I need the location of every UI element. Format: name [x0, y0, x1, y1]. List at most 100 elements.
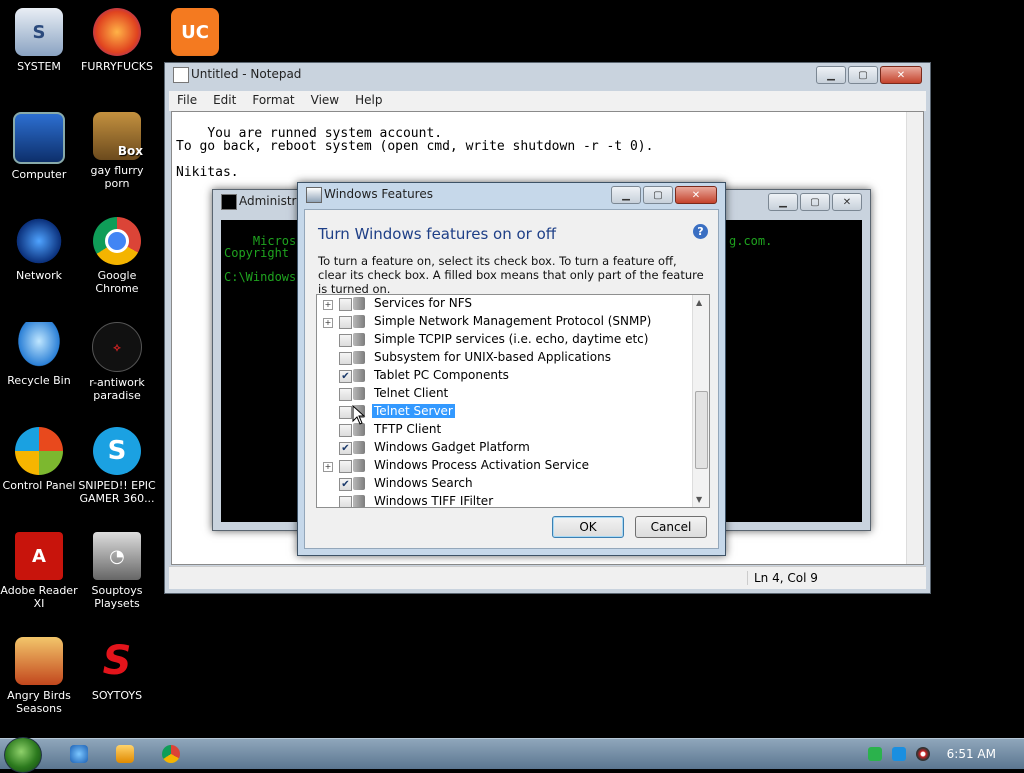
scroll-down-arrow-icon[interactable]: ▼	[696, 495, 702, 504]
console-text-right: g.com.	[729, 234, 773, 248]
desktop-icon-souptoys[interactable]: ◔ Souptoys Playsets	[78, 532, 156, 610]
tray-monitor-icon[interactable]	[892, 747, 906, 761]
window-title: Untitled - Notepad	[191, 67, 302, 81]
desktop-icon-label: r-antiwork paradise	[89, 376, 145, 402]
feature-checkbox[interactable]	[339, 298, 352, 311]
feature-row[interactable]: ✔ Windows Search	[317, 475, 692, 493]
desktop-icon-sniped[interactable]: S SNIPED!! EPIC GAMER 360...	[78, 427, 156, 505]
feature-folder-icon	[353, 333, 365, 346]
feature-checkbox[interactable]	[339, 406, 352, 419]
tray-speaker-icon[interactable]	[916, 747, 930, 761]
feature-checkbox[interactable]	[339, 496, 352, 507]
minimize-button[interactable]: ▁	[816, 66, 846, 84]
feature-checkbox[interactable]	[339, 352, 352, 365]
feature-checkbox[interactable]	[339, 460, 352, 473]
desktop-icon-soytoys[interactable]: S SOYTOYS	[78, 637, 156, 703]
feature-row[interactable]: + Windows Process Activation Service	[317, 457, 692, 475]
feature-checkbox[interactable]: ✔	[339, 478, 352, 491]
feature-folder-icon	[353, 369, 365, 382]
desktop-icon-gay-flurry[interactable]: Box gay flurry porn	[78, 112, 156, 190]
feature-checkbox[interactable]: ✔	[339, 370, 352, 383]
expand-icon[interactable]: +	[323, 300, 333, 310]
desktop-icon-recycle-bin[interactable]: Recycle Bin	[0, 322, 78, 387]
ok-button[interactable]: OK	[552, 516, 624, 538]
desktop-icon-control-panel[interactable]: Control Panel	[0, 427, 78, 492]
scroll-thumb[interactable]	[695, 391, 708, 469]
feature-row[interactable]: TFTP Client	[317, 421, 692, 439]
maximize-button[interactable]: ▢	[643, 186, 673, 204]
notepad-text: You are runned system account. To go bac…	[176, 126, 654, 180]
feature-checkbox[interactable]	[339, 316, 352, 329]
scroll-up-arrow-icon[interactable]: ▲	[696, 298, 702, 307]
feature-label: Services for NFS	[374, 296, 473, 310]
desktop-icon-label: Google Chrome	[95, 269, 139, 295]
mouse-cursor-icon	[352, 405, 366, 425]
feature-folder-icon	[353, 351, 365, 364]
firefox-icon	[93, 8, 141, 56]
minimize-button[interactable]: ▁	[611, 186, 641, 204]
feature-row[interactable]: Telnet Server	[317, 403, 692, 421]
maximize-button[interactable]: ▢	[848, 66, 878, 84]
desktop-icon-uc-browser[interactable]: UC	[156, 8, 234, 60]
feature-checkbox[interactable]	[339, 424, 352, 437]
menu-file[interactable]: File	[169, 91, 205, 111]
desktop-icon-adobe-reader[interactable]: A Adobe Reader XI	[0, 532, 78, 610]
feature-row[interactable]: Telnet Client	[317, 385, 692, 403]
desktop-icon-angry-birds[interactable]: Angry Birds Seasons	[0, 637, 78, 715]
features-list-scrollbar[interactable]: ▲ ▼	[692, 295, 709, 507]
feature-label: Windows Search	[374, 476, 473, 490]
feature-label: Windows Gadget Platform	[374, 440, 530, 454]
feature-folder-icon	[353, 495, 365, 507]
features-titlebar[interactable]: Windows Features ▁ ▢ ✕	[298, 183, 725, 205]
desktop-icon-system[interactable]: S SYSTEM	[0, 8, 78, 73]
menu-view[interactable]: View	[303, 91, 347, 111]
minimize-button[interactable]: ▁	[768, 193, 798, 211]
features-content: Turn Windows features on or off ? To tur…	[304, 209, 719, 549]
feature-row[interactable]: Simple TCPIP services (i.e. echo, daytim…	[317, 331, 692, 349]
antiwork-logo-icon: ⟡	[92, 322, 142, 372]
help-icon[interactable]: ?	[693, 224, 708, 239]
close-button[interactable]: ✕	[832, 193, 862, 211]
close-button[interactable]: ✕	[675, 186, 717, 204]
desktop-icon-label: Adobe Reader XI	[0, 584, 78, 610]
features-tree-list[interactable]: ▲ ▼ + Services for NFS + Simple Network Man…	[316, 294, 710, 508]
maximize-button[interactable]: ▢	[800, 193, 830, 211]
menu-edit[interactable]: Edit	[205, 91, 244, 111]
tray-network-icon[interactable]	[868, 747, 882, 761]
menu-help[interactable]: Help	[347, 91, 390, 111]
close-button[interactable]: ✕	[880, 66, 922, 84]
feature-label: Simple Network Management Protocol (SNMP…	[374, 314, 652, 328]
feature-row[interactable]: + Services for NFS	[317, 295, 692, 313]
skype-icon: S	[93, 427, 141, 475]
menu-format[interactable]: Format	[244, 91, 302, 111]
taskbar-clock[interactable]: 6:51 AM	[947, 747, 996, 761]
chrome-icon[interactable]	[162, 745, 180, 763]
notepad-titlebar[interactable]: Untitled - Notepad ▁ ▢ ✕	[165, 63, 930, 85]
feature-label: Windows TIFF IFilter	[374, 494, 494, 508]
feature-row[interactable]: + Simple Network Management Protocol (SNM…	[317, 313, 692, 331]
feature-folder-icon	[353, 297, 365, 310]
desktop-icon-label: Control Panel	[2, 479, 76, 492]
media-player-icon[interactable]	[116, 745, 134, 763]
feature-row[interactable]: ✔ Tablet PC Components	[317, 367, 692, 385]
cancel-button[interactable]: Cancel	[635, 516, 707, 538]
desktop-icon-google-chrome[interactable]: Google Chrome	[78, 217, 156, 295]
angry-birds-icon	[15, 637, 63, 685]
desktop-icon-label: gay flurry porn	[90, 164, 144, 190]
soytoys-logo-icon: S	[102, 637, 132, 684]
desktop-icon-network[interactable]: Network	[0, 217, 78, 282]
expand-icon[interactable]: +	[323, 462, 333, 472]
internet-explorer-icon[interactable]	[70, 745, 88, 763]
desktop-icon-r-antiwork[interactable]: ⟡ r-antiwork paradise	[78, 322, 156, 402]
desktop-icon-computer[interactable]: Computer	[0, 112, 78, 181]
feature-row[interactable]: Windows TIFF IFilter	[317, 493, 692, 508]
feature-row[interactable]: ✔ Windows Gadget Platform	[317, 439, 692, 457]
notepad-vertical-scrollbar[interactable]	[906, 112, 923, 564]
feature-row[interactable]: Subsystem for UNIX-based Applications	[317, 349, 692, 367]
windows-features-dialog[interactable]: Windows Features ▁ ▢ ✕ Turn Windows feat…	[297, 182, 726, 556]
feature-checkbox[interactable]	[339, 388, 352, 401]
expand-icon[interactable]: +	[323, 318, 333, 328]
feature-checkbox[interactable]: ✔	[339, 442, 352, 455]
feature-checkbox[interactable]	[339, 334, 352, 347]
desktop-icon-furryfucks[interactable]: FURRYFUCKS	[78, 8, 156, 73]
